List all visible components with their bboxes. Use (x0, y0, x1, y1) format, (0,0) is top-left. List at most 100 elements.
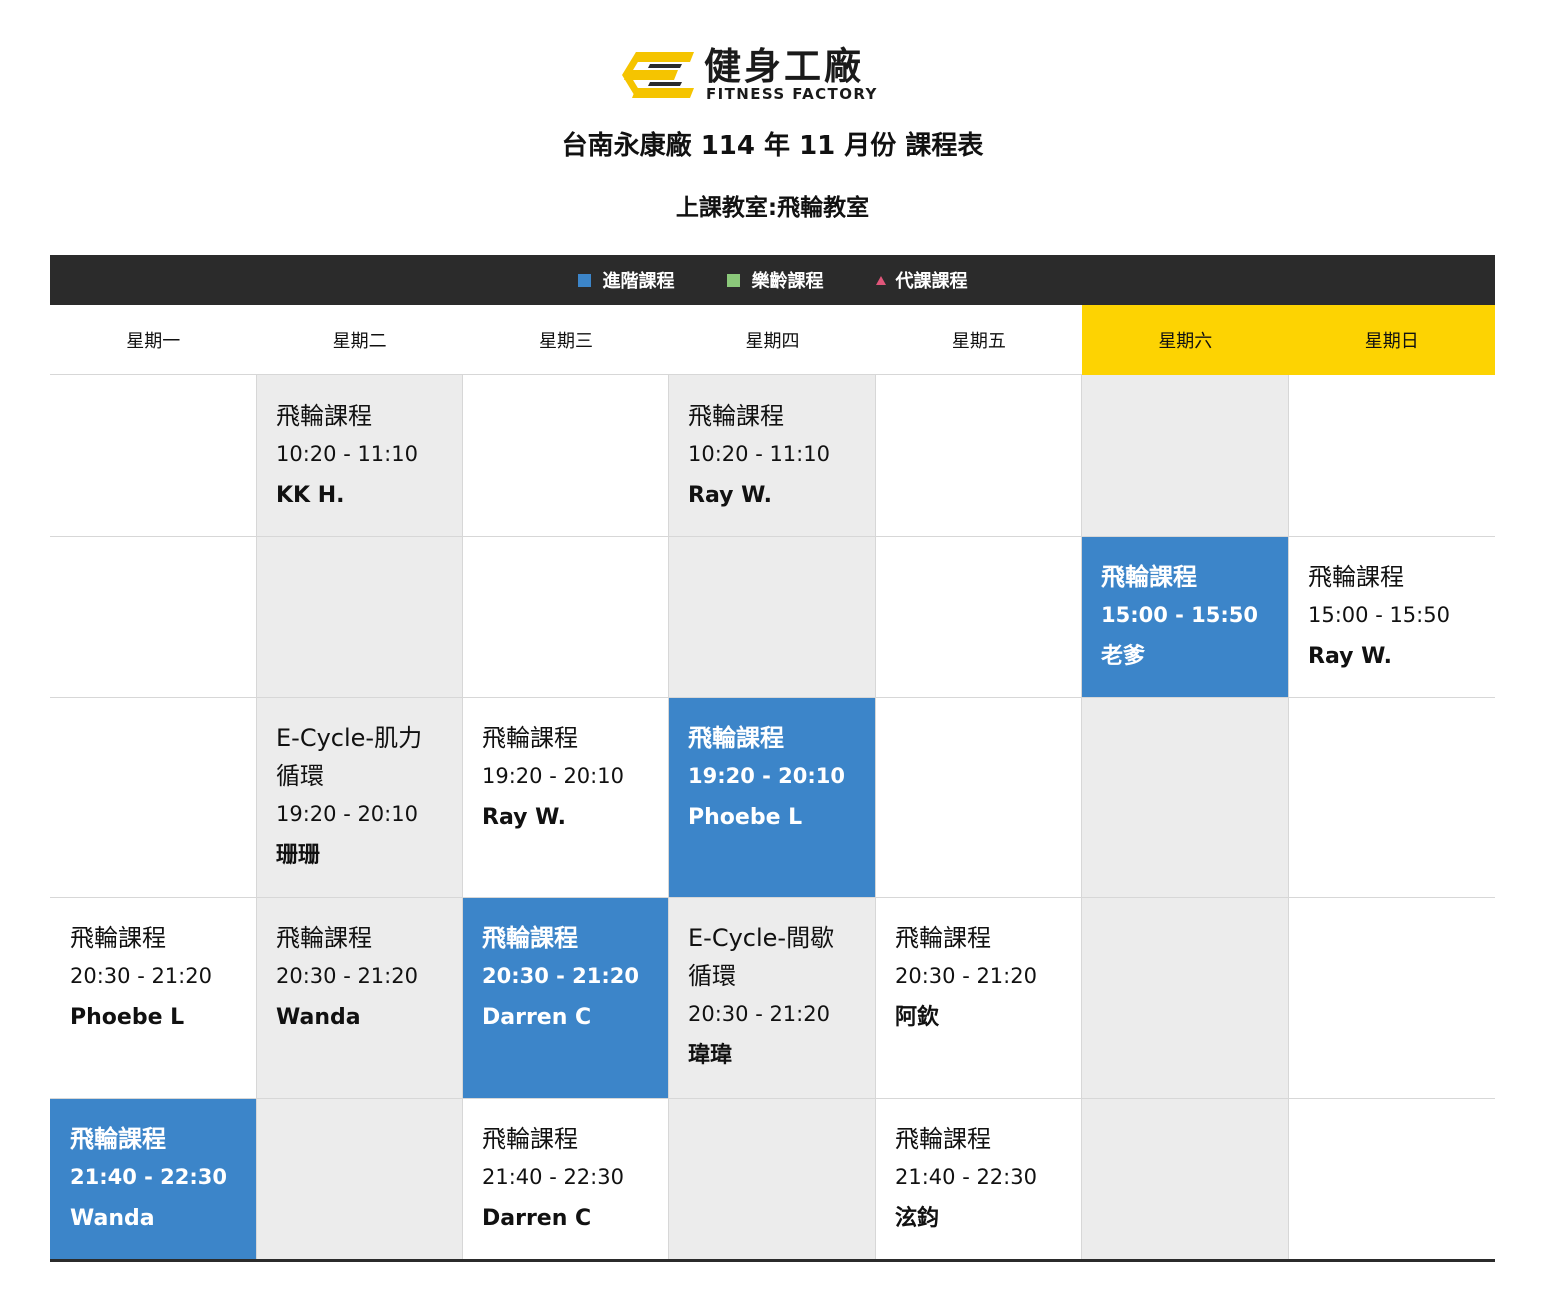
class-time: 20:30 - 21:20 (70, 964, 212, 988)
class-name: 飛輪課程 (70, 924, 166, 952)
empty-slot-mon (50, 375, 256, 536)
class-instructor: KK H. (276, 483, 345, 508)
empty-slot-sat (1081, 697, 1288, 897)
green-square-icon (726, 273, 740, 287)
class-slot-tue[interactable]: 飛輪課程 20:30 - 21:20 Wanda (256, 897, 462, 1098)
class-time: 21:40 - 22:30 (70, 1165, 228, 1189)
class-slot-wed[interactable]: 飛輪課程 19:20 - 20:10 Ray W. (462, 697, 668, 897)
class-name: 飛輪課程 (1101, 563, 1197, 591)
empty-slot-sun (1288, 1098, 1495, 1261)
class-name: 飛輪課程 (688, 402, 784, 430)
class-time: 20:30 - 21:20 (895, 964, 1037, 988)
class-slot-thu[interactable]: 飛輪課程 19:20 - 20:10 Phoebe L (668, 697, 875, 897)
column-divider (1081, 375, 1082, 1261)
class-time: 20:30 - 21:20 (688, 1002, 830, 1026)
class-slot-tue[interactable]: 飛輪課程 10:20 - 11:10 KK H. (256, 375, 462, 536)
class-time: 15:00 - 15:50 (1101, 603, 1259, 627)
day-header-sat: 星期六 (1082, 305, 1289, 375)
empty-slot-wed (462, 536, 668, 697)
class-time: 19:20 - 20:10 (482, 764, 624, 788)
fitness-factory-logo-icon (622, 52, 694, 98)
empty-slot-sun (1288, 375, 1495, 536)
class-slot-thu[interactable]: E-Cycle-間歇循環 20:30 - 21:20 瑋瑋 (668, 897, 875, 1098)
class-time: 21:40 - 22:30 (482, 1165, 624, 1189)
legend-item-substitute: 代課課程 (875, 267, 968, 293)
class-slot-wed[interactable]: 飛輪課程 20:30 - 21:20 Darren C (462, 897, 668, 1098)
room-subtitle: 上課教室:飛輪教室 (675, 195, 870, 221)
column-divider (1288, 375, 1289, 1261)
class-slot-sun[interactable]: 飛輪課程 15:00 - 15:50 Ray W. (1288, 536, 1495, 697)
class-name: 飛輪課程 (1308, 563, 1404, 591)
row-divider (50, 897, 1495, 898)
class-instructor: Ray W. (482, 805, 566, 830)
column-divider (462, 375, 463, 1261)
column-divider (875, 375, 876, 1261)
day-header-thu: 星期四 (669, 305, 876, 375)
page-title: 台南永康廠 114 年 11 月份 課程表 (561, 131, 984, 161)
class-name: E-Cycle-間歇循環 (688, 924, 835, 990)
class-instructor: Wanda (70, 1206, 155, 1231)
legend-label: 代課課程 (895, 271, 968, 292)
class-instructor: Wanda (276, 1005, 361, 1030)
column-divider (256, 375, 257, 1261)
class-instructor: Darren C (482, 1005, 592, 1030)
class-slot-fri[interactable]: 飛輪課程 20:30 - 21:20 阿欽 (875, 897, 1081, 1098)
class-slot-sat[interactable]: 飛輪課程 15:00 - 15:50 老爹 (1081, 536, 1288, 697)
class-slot-tue[interactable]: E-Cycle-肌力循環 19:20 - 20:10 珊珊 (256, 697, 462, 897)
fitness-factory-logo[interactable]: 健身工廠 FITNESS FACTORY (622, 46, 924, 104)
day-header-tue: 星期二 (256, 305, 463, 375)
class-name: 飛輪課程 (895, 1125, 991, 1153)
class-time: 19:20 - 20:10 (276, 802, 418, 826)
class-slot-mon[interactable]: 飛輪課程 20:30 - 21:20 Phoebe L (50, 897, 256, 1098)
empty-slot-sun (1288, 697, 1495, 897)
class-time: 19:20 - 20:10 (688, 764, 846, 788)
class-name: 飛輪課程 (688, 724, 784, 752)
class-name: 飛輪課程 (276, 402, 372, 430)
class-slot-wed[interactable]: 飛輪課程 21:40 - 22:30 Darren C (462, 1098, 668, 1261)
day-header-wed: 星期三 (462, 305, 670, 375)
class-instructor: 老爹 (1101, 644, 1146, 669)
schedule-grid: 飛輪課程 10:20 - 11:10 KK H. 飛輪課程 10:20 - 11:10 R… (50, 375, 1495, 1261)
class-name: 飛輪課程 (70, 1125, 166, 1153)
class-instructor: Ray W. (1308, 644, 1392, 669)
empty-slot-wed (462, 375, 668, 536)
empty-slot-sun (1288, 897, 1495, 1098)
class-slot-mon[interactable]: 飛輪課程 21:40 - 22:30 Wanda (50, 1098, 256, 1261)
day-header-fri: 星期五 (875, 305, 1083, 375)
class-name: 飛輪課程 (482, 924, 578, 952)
weekday-header-row: 星期一 星期二 星期三 星期四 星期五 星期六 星期日 (50, 305, 1495, 375)
empty-slot-mon (50, 536, 256, 697)
row-divider (50, 1098, 1495, 1099)
class-time: 15:00 - 15:50 (1308, 603, 1450, 627)
empty-slot-sat (1081, 1098, 1288, 1261)
blue-square-icon (577, 273, 591, 287)
class-slot-fri[interactable]: 飛輪課程 21:40 - 22:30 泫鈞 (875, 1098, 1081, 1261)
class-instructor: 珊珊 (276, 843, 321, 868)
class-time: 20:30 - 21:20 (276, 964, 418, 988)
bottom-divider (50, 1259, 1495, 1262)
empty-slot-thu (668, 536, 875, 697)
legend-label: 樂齡課程 (751, 271, 824, 292)
legend-label: 進階課程 (602, 271, 675, 292)
class-instructor: Phoebe L (688, 805, 803, 830)
class-name: 飛輪課程 (276, 924, 372, 952)
pink-triangle-icon (875, 275, 886, 285)
class-instructor: Phoebe L (70, 1005, 185, 1030)
day-header-mon: 星期一 (50, 305, 257, 375)
empty-slot-sat (1081, 375, 1288, 536)
row-divider (50, 697, 1495, 698)
day-header-sun: 星期日 (1288, 305, 1495, 375)
empty-slot-fri (875, 375, 1081, 536)
class-slot-thu[interactable]: 飛輪課程 10:20 - 11:10 Ray W. (668, 375, 875, 536)
class-time: 20:30 - 21:20 (482, 964, 640, 988)
class-instructor: 阿欽 (895, 1005, 940, 1030)
empty-slot-fri (875, 536, 1081, 697)
empty-slot-mon (50, 697, 256, 897)
logo-name-en: FITNESS FACTORY (706, 85, 878, 103)
legend-item-advanced: 進階課程 (577, 267, 675, 293)
empty-slot-thu (668, 1098, 875, 1261)
class-name: E-Cycle-肌力循環 (276, 724, 423, 790)
empty-slot-tue (256, 536, 462, 697)
class-name: 飛輪課程 (895, 924, 991, 952)
row-divider (50, 536, 1495, 537)
